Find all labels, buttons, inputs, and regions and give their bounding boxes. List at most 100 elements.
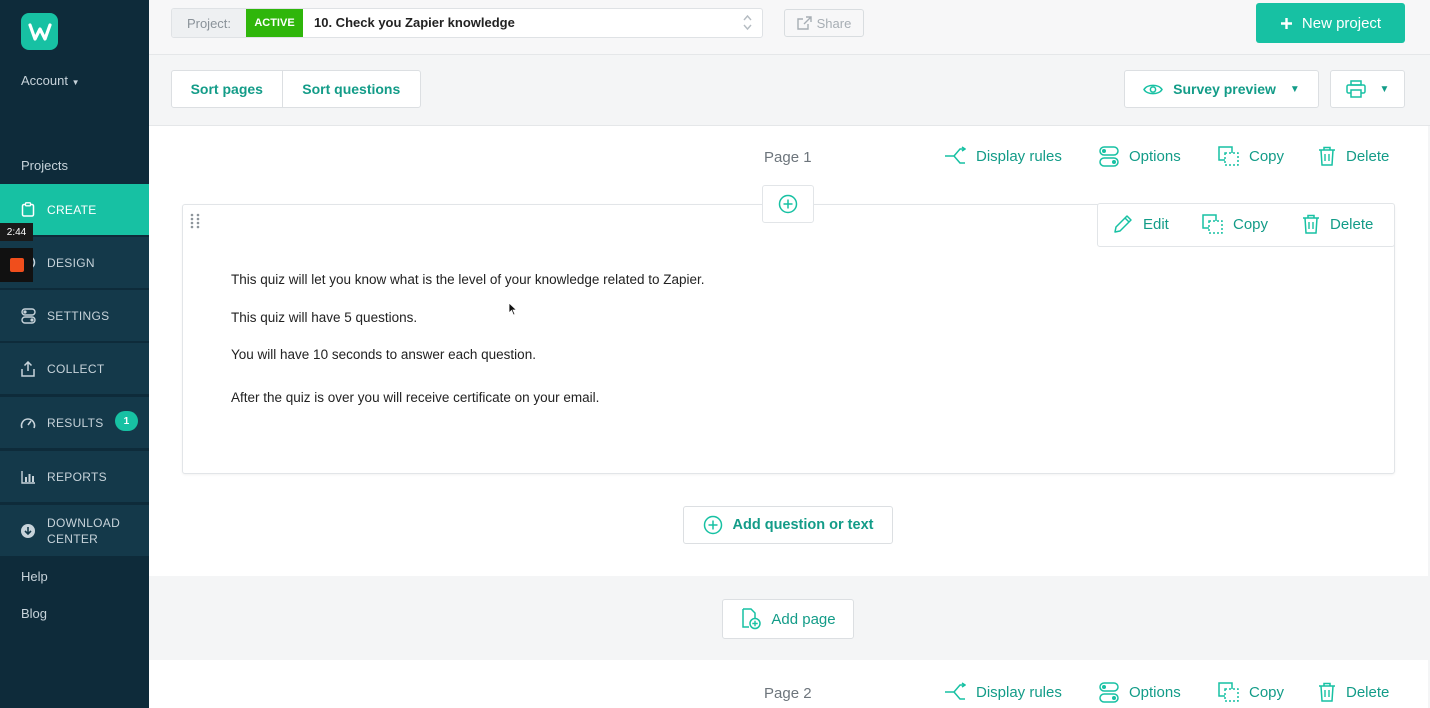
- caret-down-icon: ▼: [1379, 83, 1390, 95]
- sidebar-item-label: CREATE: [47, 202, 97, 217]
- question-copy-button[interactable]: Copy: [1202, 214, 1268, 234]
- gauge-icon: [20, 415, 36, 431]
- sidebar-item-label: COLLECT: [47, 361, 105, 376]
- share-label: Share: [816, 15, 852, 31]
- display-rules-label: Display rules: [976, 683, 1062, 701]
- upload-icon: [20, 360, 36, 377]
- options-label: Options: [1129, 148, 1181, 165]
- toggles-icon: [1099, 682, 1119, 703]
- new-project-label: New project: [1301, 14, 1382, 32]
- print-button[interactable]: ▼: [1330, 70, 1405, 108]
- page-2-delete-button[interactable]: Delete: [1318, 682, 1389, 702]
- page-1-title: Page 1: [764, 149, 812, 166]
- edit-label: Edit: [1143, 215, 1169, 233]
- sidebar-item-collect[interactable]: COLLECT: [0, 343, 149, 395]
- copy-icon: [1202, 214, 1223, 234]
- new-project-button[interactable]: New project: [1256, 3, 1405, 43]
- account-menu[interactable]: Account ▼: [21, 73, 80, 88]
- toggles-icon: [1099, 146, 1119, 167]
- branch-icon: [945, 682, 966, 700]
- trash-icon: [1303, 214, 1319, 234]
- sidebar-link-blog[interactable]: Blog: [21, 606, 47, 621]
- drag-handle-icon[interactable]: [190, 213, 200, 234]
- question-edit-button[interactable]: Edit: [1113, 214, 1169, 234]
- copy-label: Copy: [1233, 215, 1269, 233]
- text-line: After the quiz is over you will receive …: [231, 390, 600, 405]
- add-page-icon: [742, 608, 762, 630]
- sidebar-link-help[interactable]: Help: [21, 569, 48, 584]
- page-2-title: Page 2: [764, 685, 812, 702]
- page-1-copy-button[interactable]: Copy: [1218, 146, 1284, 166]
- printer-icon: [1345, 80, 1366, 98]
- text-line: You will have 10 seconds to answer each …: [231, 347, 536, 362]
- page-2-display-rules-button[interactable]: Display rules: [944, 682, 1062, 702]
- project-selector[interactable]: Project: ACTIVE 10. Check you Zapier kno…: [171, 8, 763, 38]
- status-badge: ACTIVE: [246, 9, 303, 37]
- page-1-delete-button[interactable]: Delete: [1318, 146, 1389, 166]
- caret-down-icon: ▼: [71, 78, 80, 87]
- external-link-icon: [796, 16, 812, 30]
- sort-button-group: Sort pages Sort questions: [171, 70, 421, 108]
- sidebar-item-download-center[interactable]: DOWNLOAD CENTER: [0, 505, 149, 557]
- sidebar-item-label: RESULTS: [47, 415, 104, 430]
- page-2-options-button[interactable]: Options: [1099, 682, 1181, 703]
- add-page-button[interactable]: Add page: [722, 599, 854, 639]
- eye-icon: [1143, 84, 1164, 94]
- copy-label: Copy: [1249, 147, 1285, 165]
- page-1-options-button[interactable]: Options: [1099, 146, 1181, 167]
- question-delete-button[interactable]: Delete: [1302, 214, 1373, 234]
- recorder-timer: 2:44: [0, 223, 33, 241]
- survey-preview-label: Survey preview: [1173, 81, 1276, 97]
- sidebar-item-label: DOWNLOAD CENTER: [47, 515, 121, 546]
- account-label: Account: [21, 73, 68, 88]
- text-line: This quiz will have 5 questions.: [231, 310, 418, 325]
- clipboard-icon: [20, 202, 36, 218]
- options-label: Options: [1129, 684, 1181, 701]
- plus-circle-icon: [778, 194, 798, 214]
- sidebar-item-label: DESIGN: [47, 255, 95, 270]
- project-name: 10. Check you Zapier knowledge: [314, 15, 515, 30]
- sort-pages-button[interactable]: Sort pages: [172, 71, 283, 107]
- delete-label: Delete: [1330, 215, 1374, 233]
- caret-down-icon: ▼: [1289, 83, 1300, 95]
- sort-questions-button[interactable]: Sort questions: [283, 71, 420, 107]
- add-question-label: Add question or text: [732, 517, 874, 533]
- sidebar-link-projects[interactable]: Projects: [21, 158, 68, 173]
- delete-label: Delete: [1346, 683, 1390, 701]
- insert-question-button[interactable]: [762, 185, 814, 223]
- recorder-stop-button[interactable]: [0, 248, 33, 282]
- logo-w-icon: [27, 22, 52, 41]
- page-2-copy-button[interactable]: Copy: [1218, 682, 1284, 702]
- branch-icon: [945, 146, 966, 164]
- sidebar-item-label: SETTINGS: [47, 308, 110, 323]
- app-logo[interactable]: [21, 13, 58, 50]
- mouse-cursor-icon: [508, 302, 518, 321]
- trash-icon: [1319, 682, 1335, 702]
- add-page-label: Add page: [771, 610, 836, 628]
- copy-icon: [1218, 146, 1239, 166]
- copy-label: Copy: [1249, 683, 1285, 701]
- sidebar-item-settings[interactable]: SETTINGS: [0, 290, 149, 342]
- toggles-icon: [20, 307, 36, 324]
- pencil-icon: [1114, 215, 1132, 233]
- project-label: Project:: [172, 9, 246, 37]
- download-icon: [20, 523, 36, 539]
- sidebar-item-results[interactable]: RESULTS 1: [0, 397, 149, 449]
- plus-icon: [1280, 17, 1292, 29]
- survey-preview-button[interactable]: Survey preview ▼: [1124, 70, 1319, 108]
- display-rules-label: Display rules: [976, 147, 1062, 165]
- trash-icon: [1319, 146, 1335, 166]
- sidebar-item-label: REPORTS: [47, 469, 107, 484]
- delete-label: Delete: [1346, 147, 1390, 165]
- add-question-button[interactable]: Add question or text: [683, 506, 893, 544]
- page-1-display-rules-button[interactable]: Display rules: [944, 146, 1062, 166]
- plus-circle-icon: [703, 515, 722, 535]
- text-line: This quiz will let you know what is the …: [231, 272, 705, 287]
- bar-chart-icon: [20, 469, 36, 485]
- sidebar-item-reports[interactable]: REPORTS: [0, 451, 149, 503]
- share-button[interactable]: Share: [784, 9, 864, 37]
- copy-icon: [1218, 682, 1239, 702]
- stop-icon: [9, 258, 24, 272]
- results-count-badge: 1: [115, 411, 138, 431]
- select-arrows-icon: [743, 14, 752, 36]
